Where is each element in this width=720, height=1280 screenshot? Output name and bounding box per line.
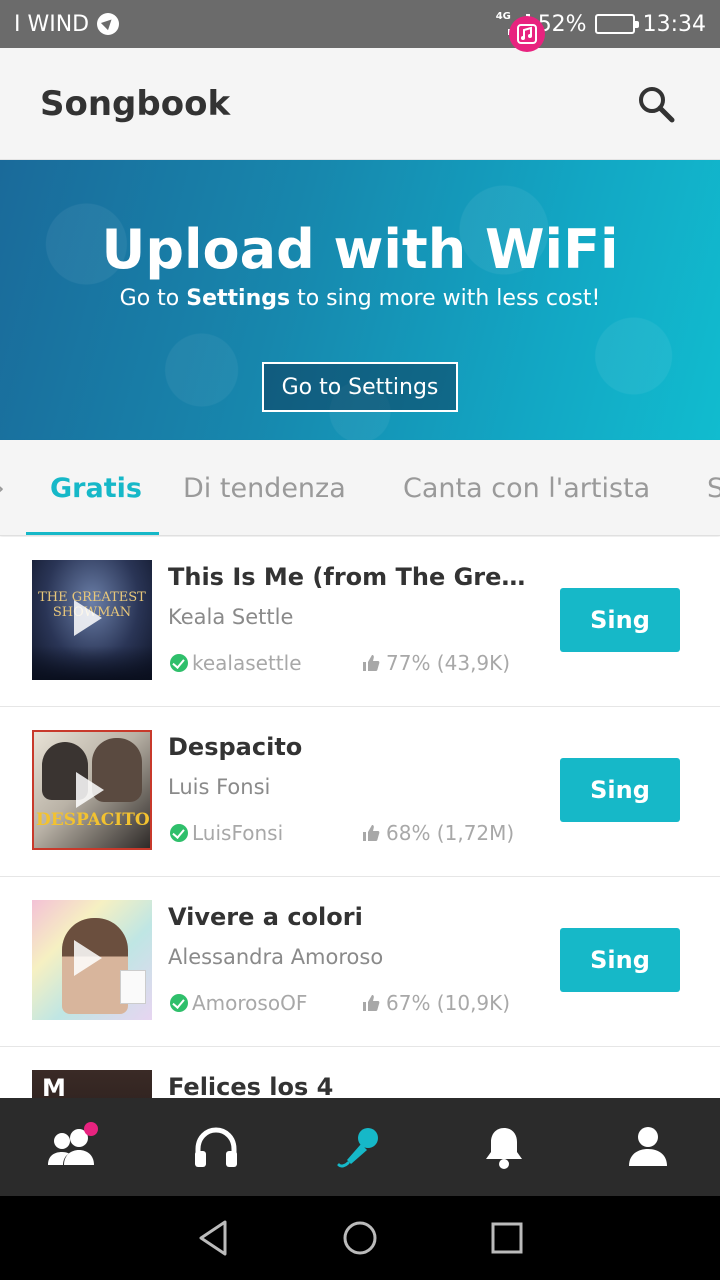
microphone-icon xyxy=(337,1128,378,1168)
song-title: Vivere a colori xyxy=(168,903,363,931)
cover-text: DESPACITO xyxy=(36,810,150,830)
banner-subtitle-bold: Settings xyxy=(186,286,291,311)
album-cover[interactable]: THE GREATEST SHOWMAN xyxy=(32,560,152,680)
nav-listen[interactable] xyxy=(144,1098,288,1196)
tab-next[interactable]: S xyxy=(707,440,720,535)
thumbs-up-icon xyxy=(363,655,380,671)
rating: 77% (43,9K) xyxy=(386,651,511,675)
location-icon xyxy=(97,13,120,35)
back-icon[interactable] xyxy=(196,1219,230,1257)
song-title: Despacito xyxy=(168,733,303,761)
search-icon xyxy=(639,86,675,122)
sing-button[interactable]: Sing xyxy=(560,588,680,652)
page-title: Songbook xyxy=(40,83,231,124)
battery-icon xyxy=(594,14,639,34)
tab-active-indicator xyxy=(26,532,159,535)
play-icon xyxy=(74,600,102,636)
banner-subtitle: Go to Settings to sing more with less co… xyxy=(0,286,720,311)
nav-notifications[interactable] xyxy=(432,16,576,1196)
list-item[interactable]: M Felices los 4 xyxy=(0,1047,720,1098)
home-icon[interactable] xyxy=(341,1219,379,1257)
song-artist: Keala Settle xyxy=(168,605,294,629)
bottom-nav xyxy=(0,16,720,1196)
song-artist: Luis Fonsi xyxy=(168,775,271,799)
status-bar: I WIND 4G 52% 13:34 xyxy=(0,0,720,48)
verified-icon xyxy=(170,654,188,672)
list-item[interactable]: THE GREATEST SHOWMAN This Is Me (from Th… xyxy=(0,537,720,707)
list-item[interactable]: Vivere a colori Alessandra Amoroso Amoro… xyxy=(0,877,720,1047)
search-button[interactable] xyxy=(632,80,680,128)
headphones-icon xyxy=(195,1127,237,1167)
thumbs-up-icon xyxy=(363,995,380,1011)
battery-percent: 52% xyxy=(537,11,587,37)
uploader-name: kealasettle xyxy=(192,651,302,675)
app-bar: Songbook xyxy=(0,48,720,160)
uploader: AmorosoOF xyxy=(170,991,307,1015)
cover-text: M xyxy=(42,1074,66,1098)
song-title: This Is Me (from The Greate... xyxy=(168,563,540,591)
play-icon xyxy=(74,940,102,976)
rating: 68% (1,72M) xyxy=(386,821,515,845)
song-title: Felices los 4 xyxy=(168,1073,334,1098)
wifi-upload-banner: Upload with WiFi Go to Settings to sing … xyxy=(0,160,720,440)
clock: 13:34 xyxy=(642,11,706,37)
nav-friends[interactable] xyxy=(0,1098,144,1196)
notification-dot xyxy=(84,1122,98,1136)
bell-icon xyxy=(486,1128,522,1169)
sing-button[interactable]: Sing xyxy=(560,758,680,822)
system-nav-bar xyxy=(0,1196,720,1280)
song-stats: 68% (1,72M) xyxy=(362,821,514,845)
banner-title: Upload with WiFi xyxy=(101,218,619,281)
thumbs-up-icon xyxy=(363,825,380,841)
music-note-icon xyxy=(517,24,537,44)
profile-icon xyxy=(629,1127,667,1166)
go-to-settings-button[interactable]: Go to Settings xyxy=(262,362,458,412)
album-cover[interactable] xyxy=(32,900,152,1020)
song-stats: 67% (10,9K) xyxy=(362,991,510,1015)
nav-profile[interactable] xyxy=(576,1098,720,1196)
album-cover[interactable]: DESPACITO xyxy=(32,730,152,850)
tab-gratis[interactable]: Gratis xyxy=(50,440,142,535)
rating: 67% (10,9K) xyxy=(386,991,511,1015)
sing-button[interactable]: Sing xyxy=(560,928,680,992)
nav-sing[interactable] xyxy=(288,1098,432,1196)
uploader-name: LuisFonsi xyxy=(192,821,284,845)
tab-scroll-indicator: › xyxy=(0,440,5,535)
uploader: LuisFonsi xyxy=(170,821,283,845)
verified-icon xyxy=(170,994,188,1012)
banner-subtitle-prefix: Go to xyxy=(119,286,187,311)
album-cover[interactable]: M xyxy=(32,1070,152,1098)
list-item[interactable]: DESPACITO Despacito Luis Fonsi LuisFonsi… xyxy=(0,707,720,877)
uploader-name: AmorosoOF xyxy=(192,991,308,1015)
category-tabs: › Gratis Di tendenza Canta con l'artista… xyxy=(0,440,720,536)
recents-icon[interactable] xyxy=(490,1221,524,1255)
verified-icon xyxy=(170,824,188,842)
network-type: 4G xyxy=(495,11,511,22)
tab-canta-con-artista[interactable]: Canta con l'artista xyxy=(403,440,650,535)
music-badge xyxy=(509,16,545,52)
song-artist: Alessandra Amoroso xyxy=(168,945,384,969)
song-list[interactable]: THE GREATEST SHOWMAN This Is Me (from Th… xyxy=(0,537,720,1098)
uploader: kealasettle xyxy=(170,651,302,675)
song-stats: 77% (43,9K) xyxy=(362,651,510,675)
banner-subtitle-suffix: to sing more with less cost! xyxy=(290,286,601,311)
play-icon xyxy=(76,772,104,808)
tab-di-tendenza[interactable]: Di tendenza xyxy=(183,440,346,535)
carrier-name: I WIND xyxy=(14,11,90,37)
